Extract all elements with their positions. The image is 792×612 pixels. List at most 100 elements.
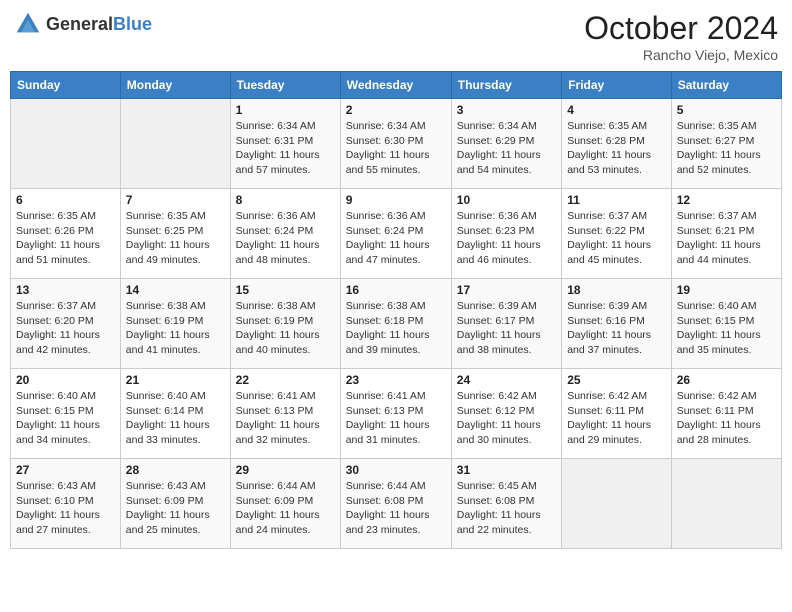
logo-blue-text: Blue (113, 14, 152, 34)
calendar-day-cell: 18Sunrise: 6:39 AMSunset: 6:16 PMDayligh… (562, 279, 672, 369)
calendar-day-cell: 25 Sunrise: 6:42 AMSunset: 6:11 PMDayligh… (562, 369, 672, 459)
calendar-day-cell: 1 Sunrise: 6:34 AMSunset: 6:31 PMDaylight… (230, 99, 340, 189)
day-info: Sunrise: 6:41 AMSunset: 6:13 PMDaylight:… (346, 389, 446, 448)
calendar-day-cell: 27 Sunrise: 6:43 AMSunset: 6:10 PMDayligh… (11, 459, 121, 549)
day-number: 25 (567, 373, 666, 387)
calendar-day-cell: 16 Sunrise: 6:38 AMSunset: 6:18 PMDayligh… (340, 279, 451, 369)
day-number: 23 (346, 373, 446, 387)
day-info: Sunrise: 6:36 AMSunset: 6:23 PMDaylight:… (457, 209, 556, 268)
calendar-day-cell: 14 Sunrise: 6:38 AMSunset: 6:19 PMDayligh… (120, 279, 230, 369)
day-info: Sunrise: 6:40 AMSunset: 6:15 PMDaylight:… (16, 389, 115, 448)
day-number: 7 (126, 193, 225, 207)
day-number: 18 (567, 283, 666, 297)
day-of-week-header: Tuesday (230, 72, 340, 99)
calendar-day-cell: 29 Sunrise: 6:44 AMSunset: 6:09 PMDayligh… (230, 459, 340, 549)
calendar-day-cell: 3 Sunrise: 6:34 AMSunset: 6:29 PMDaylight… (451, 99, 561, 189)
calendar-day-cell (671, 459, 781, 549)
day-number: 16 (346, 283, 446, 297)
day-info: Sunrise: 6:44 AMSunset: 6:09 PMDaylight:… (236, 479, 335, 538)
day-info: Sunrise: 6:42 AMSunset: 6:11 PMDaylight:… (567, 389, 666, 448)
day-number: 22 (236, 373, 335, 387)
calendar-day-cell: 8Sunrise: 6:36 AMSunset: 6:24 PMDaylight… (230, 189, 340, 279)
day-info: Sunrise: 6:35 AMSunset: 6:28 PMDaylight:… (567, 119, 666, 178)
calendar-day-cell (11, 99, 121, 189)
calendar-day-cell: 10 Sunrise: 6:36 AMSunset: 6:23 PMDayligh… (451, 189, 561, 279)
calendar-day-cell (562, 459, 672, 549)
day-number: 6 (16, 193, 115, 207)
calendar-day-cell: 13 Sunrise: 6:37 AMSunset: 6:20 PMDayligh… (11, 279, 121, 369)
calendar-week-row: 6Sunrise: 6:35 AMSunset: 6:26 PMDaylight… (11, 189, 782, 279)
day-number: 14 (126, 283, 225, 297)
logo-icon (14, 10, 42, 38)
day-info: Sunrise: 6:38 AMSunset: 6:18 PMDaylight:… (346, 299, 446, 358)
calendar-body: 1 Sunrise: 6:34 AMSunset: 6:31 PMDaylight… (11, 99, 782, 549)
calendar-header: SundayMondayTuesdayWednesdayThursdayFrid… (11, 72, 782, 99)
location-subtitle: Rancho Viejo, Mexico (584, 47, 778, 63)
day-info: Sunrise: 6:45 AMSunset: 6:08 PMDaylight:… (457, 479, 556, 538)
day-info: Sunrise: 6:37 AMSunset: 6:20 PMDaylight:… (16, 299, 115, 358)
day-number: 1 (236, 103, 335, 117)
day-info: Sunrise: 6:36 AMSunset: 6:24 PMDaylight:… (236, 209, 335, 268)
day-info: Sunrise: 6:38 AMSunset: 6:19 PMDaylight:… (126, 299, 225, 358)
day-number: 11 (567, 193, 666, 207)
day-number: 20 (16, 373, 115, 387)
day-of-week-header: Sunday (11, 72, 121, 99)
day-number: 21 (126, 373, 225, 387)
calendar-day-cell: 7 Sunrise: 6:35 AMSunset: 6:25 PMDaylight… (120, 189, 230, 279)
calendar-day-cell: 12 Sunrise: 6:37 AMSunset: 6:21 PMDayligh… (671, 189, 781, 279)
day-number: 24 (457, 373, 556, 387)
month-year-title: October 2024 (584, 10, 778, 47)
day-number: 30 (346, 463, 446, 477)
calendar-day-cell: 20 Sunrise: 6:40 AMSunset: 6:15 PMDayligh… (11, 369, 121, 459)
calendar-week-row: 1 Sunrise: 6:34 AMSunset: 6:31 PMDaylight… (11, 99, 782, 189)
day-number: 15 (236, 283, 335, 297)
day-info: Sunrise: 6:41 AMSunset: 6:13 PMDaylight:… (236, 389, 335, 448)
day-number: 28 (126, 463, 225, 477)
day-info: Sunrise: 6:34 AMSunset: 6:31 PMDaylight:… (236, 119, 335, 178)
calendar-day-cell: 30Sunrise: 6:44 AMSunset: 6:08 PMDayligh… (340, 459, 451, 549)
day-info: Sunrise: 6:34 AMSunset: 6:30 PMDaylight:… (346, 119, 446, 178)
day-number: 12 (677, 193, 776, 207)
day-info: Sunrise: 6:37 AMSunset: 6:21 PMDaylight:… (677, 209, 776, 268)
day-number: 10 (457, 193, 556, 207)
day-of-week-header: Wednesday (340, 72, 451, 99)
day-info: Sunrise: 6:38 AMSunset: 6:19 PMDaylight:… (236, 299, 335, 358)
day-number: 3 (457, 103, 556, 117)
day-info: Sunrise: 6:43 AMSunset: 6:10 PMDaylight:… (16, 479, 115, 538)
title-block: October 2024 Rancho Viejo, Mexico (584, 10, 778, 63)
calendar-day-cell: 28Sunrise: 6:43 AMSunset: 6:09 PMDayligh… (120, 459, 230, 549)
day-info: Sunrise: 6:34 AMSunset: 6:29 PMDaylight:… (457, 119, 556, 178)
day-of-week-header: Saturday (671, 72, 781, 99)
day-number: 26 (677, 373, 776, 387)
calendar-day-cell: 19Sunrise: 6:40 AMSunset: 6:15 PMDayligh… (671, 279, 781, 369)
calendar-day-cell: 17Sunrise: 6:39 AMSunset: 6:17 PMDayligh… (451, 279, 561, 369)
calendar-day-cell: 31Sunrise: 6:45 AMSunset: 6:08 PMDayligh… (451, 459, 561, 549)
calendar-day-cell: 2 Sunrise: 6:34 AMSunset: 6:30 PMDaylight… (340, 99, 451, 189)
day-info: Sunrise: 6:36 AMSunset: 6:24 PMDaylight:… (346, 209, 446, 268)
day-of-week-header: Friday (562, 72, 672, 99)
calendar-table: SundayMondayTuesdayWednesdayThursdayFrid… (10, 71, 782, 549)
day-info: Sunrise: 6:35 AMSunset: 6:25 PMDaylight:… (126, 209, 225, 268)
day-info: Sunrise: 6:37 AMSunset: 6:22 PMDaylight:… (567, 209, 666, 268)
calendar-week-row: 13 Sunrise: 6:37 AMSunset: 6:20 PMDayligh… (11, 279, 782, 369)
day-number: 13 (16, 283, 115, 297)
calendar-day-cell: 23 Sunrise: 6:41 AMSunset: 6:13 PMDayligh… (340, 369, 451, 459)
day-info: Sunrise: 6:39 AMSunset: 6:17 PMDaylight:… (457, 299, 556, 358)
page-header: GeneralBlue October 2024 Rancho Viejo, M… (10, 10, 782, 63)
day-info: Sunrise: 6:42 AMSunset: 6:12 PMDaylight:… (457, 389, 556, 448)
calendar-day-cell: 5Sunrise: 6:35 AMSunset: 6:27 PMDaylight… (671, 99, 781, 189)
calendar-day-cell: 11 Sunrise: 6:37 AMSunset: 6:22 PMDayligh… (562, 189, 672, 279)
calendar-day-cell (120, 99, 230, 189)
calendar-day-cell: 21Sunrise: 6:40 AMSunset: 6:14 PMDayligh… (120, 369, 230, 459)
calendar-day-cell: 24 Sunrise: 6:42 AMSunset: 6:12 PMDayligh… (451, 369, 561, 459)
day-number: 29 (236, 463, 335, 477)
day-number: 9 (346, 193, 446, 207)
calendar-day-cell: 22 Sunrise: 6:41 AMSunset: 6:13 PMDayligh… (230, 369, 340, 459)
day-number: 27 (16, 463, 115, 477)
calendar-week-row: 27 Sunrise: 6:43 AMSunset: 6:10 PMDayligh… (11, 459, 782, 549)
calendar-day-cell: 15 Sunrise: 6:38 AMSunset: 6:19 PMDayligh… (230, 279, 340, 369)
day-number: 2 (346, 103, 446, 117)
day-number: 5 (677, 103, 776, 117)
day-number: 19 (677, 283, 776, 297)
calendar-week-row: 20 Sunrise: 6:40 AMSunset: 6:15 PMDayligh… (11, 369, 782, 459)
